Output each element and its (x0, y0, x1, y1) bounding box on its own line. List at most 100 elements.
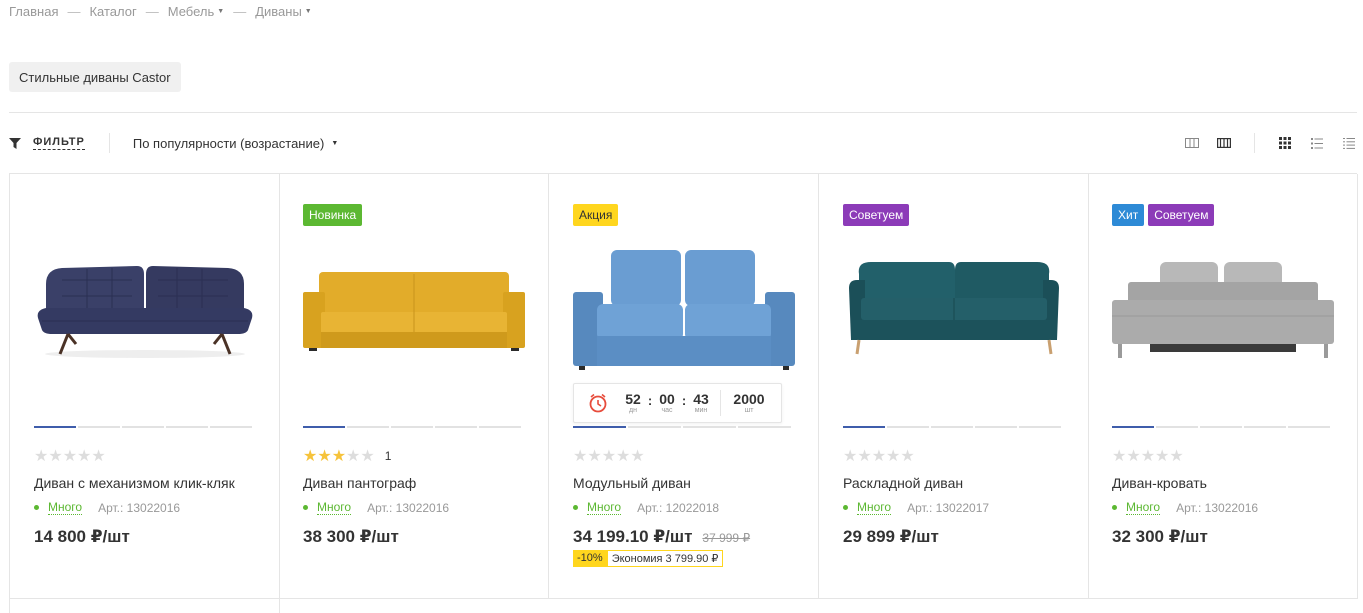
product-card[interactable]: Хит Советуем ★★★★★ Диван-кровать Много А… (1088, 174, 1358, 599)
product-card[interactable]: Акция 52 дн : 00 час : 43 мин 2000 шт ★★… (549, 174, 819, 599)
filter-button[interactable]: ФИЛЬТР (9, 136, 85, 150)
breadcrumb-home[interactable]: Главная (9, 4, 58, 19)
rating-stars: ★★★★★ (573, 448, 645, 465)
image-pager[interactable] (843, 426, 1063, 428)
list-view-icon[interactable] (1309, 135, 1325, 151)
product-title[interactable]: Диван пантограф (303, 475, 416, 491)
sofa-image[interactable] (1110, 244, 1336, 374)
sofa-image[interactable] (841, 244, 1067, 374)
badges: Советуем (843, 204, 913, 226)
price-value: 29 899 ₽/шт (843, 527, 939, 546)
review-count[interactable]: 1 (385, 449, 392, 463)
divider (108, 133, 110, 153)
stock-dot-icon (573, 505, 578, 510)
article-number: Арт.: 13022016 (1176, 500, 1259, 515)
badges: Хит Советуем (1112, 204, 1218, 226)
chevron-down-icon[interactable]: ▼ (305, 8, 312, 15)
breadcrumb-sofas[interactable]: Диваны (255, 4, 302, 19)
breadcrumb-separator: — (67, 4, 81, 19)
divider (720, 390, 721, 416)
rating-stars: ★★★ ★★ 1 (303, 448, 392, 465)
stock-level[interactable]: Много (48, 500, 83, 515)
timer-minutes: 43 мин (693, 391, 709, 415)
stock-info: Много Арт.: 13022016 (303, 500, 449, 515)
timer-days: 52 дн (625, 391, 641, 415)
breadcrumb-catalog[interactable]: Каталог (89, 4, 136, 19)
timer-colon: : (681, 392, 687, 408)
article-number: Арт.: 13022016 (367, 500, 450, 515)
sort-label: По популярности (возрастание) (132, 135, 325, 151)
badge-recommend: Советуем (1148, 204, 1215, 226)
sofa-image[interactable] (32, 244, 258, 374)
stock-level[interactable]: Много (587, 500, 622, 515)
stock-level[interactable]: Много (857, 500, 892, 515)
price-value: 38 300 ₽/шт (303, 527, 399, 546)
view-switcher (1168, 130, 1357, 156)
timer-colon: : (647, 392, 653, 408)
breadcrumb-separator: — (145, 4, 159, 19)
badge-new: Новинка (303, 204, 363, 226)
stock-dot-icon (34, 505, 39, 510)
badge-hit: Хит (1112, 204, 1145, 226)
filter-icon (9, 137, 21, 149)
image-pager[interactable] (303, 426, 523, 428)
divider (9, 112, 1357, 113)
product-title[interactable]: Раскладной диван (843, 475, 963, 491)
grid-wide-icon[interactable] (1184, 135, 1200, 151)
sofa-image[interactable] (571, 244, 797, 374)
badge-recommend: Советуем (843, 204, 910, 226)
table-view-icon[interactable] (1341, 135, 1357, 151)
chevron-down-icon[interactable]: ▼ (217, 8, 224, 15)
product-grid: ★★★★★ Диван с механизмом клик-кляк Много… (9, 173, 1358, 613)
stock-dot-icon (1112, 505, 1117, 510)
product-title[interactable]: Модульный диван (573, 475, 691, 491)
next-row-card (10, 599, 280, 613)
rating-stars: ★★★★★ (843, 448, 915, 465)
image-pager[interactable] (34, 426, 254, 428)
stock-dot-icon (843, 505, 848, 510)
promo-timer: 52 дн : 00 час : 43 мин 2000 шт (573, 383, 782, 423)
image-pager[interactable] (573, 426, 793, 428)
tag-chip-castor[interactable]: Стильные диваны Castor (9, 62, 181, 92)
tiles-view-icon[interactable] (1277, 135, 1293, 151)
savings-amount: Экономия 3 799.90 ₽ (606, 550, 724, 567)
product-price: 14 800 ₽/шт (34, 527, 130, 547)
grid-compact-icon[interactable] (1216, 135, 1232, 151)
stock-level[interactable]: Много (317, 500, 352, 515)
badges: Новинка (303, 204, 366, 226)
article-number: Арт.: 13022016 (98, 500, 181, 515)
clock-icon (589, 393, 607, 413)
timer-hours: 00 час (659, 391, 675, 415)
product-title[interactable]: Диван с механизмом клик-кляк (34, 475, 235, 491)
stock-info: Много Арт.: 13022016 (1112, 500, 1258, 515)
price-value: 14 800 ₽/шт (34, 527, 130, 546)
product-price: 32 300 ₽/шт (1112, 527, 1208, 547)
image-pager[interactable] (1112, 426, 1332, 428)
stock-info: Много Арт.: 13022016 (34, 500, 180, 515)
product-price: 38 300 ₽/шт (303, 527, 399, 547)
chevron-down-icon: ▼ (331, 139, 339, 147)
savings-info: -10% Экономия 3 799.90 ₽ (573, 550, 724, 567)
divider (1254, 133, 1255, 153)
price-value: 34 199.10 ₽/шт (573, 527, 693, 546)
stock-dot-icon (303, 505, 308, 510)
product-price: 34 199.10 ₽/шт 37 999 ₽ (573, 527, 750, 547)
product-price: 29 899 ₽/шт (843, 527, 939, 547)
breadcrumb: Главная — Каталог — Мебель ▼ — Диваны ▼ (9, 4, 312, 19)
sofa-image[interactable] (301, 244, 527, 374)
breadcrumb-furniture[interactable]: Мебель (168, 4, 215, 19)
product-card[interactable]: ★★★★★ Диван с механизмом клик-кляк Много… (10, 174, 280, 599)
product-card[interactable]: Советуем ★★★★★ Раскладной диван Много Ар… (819, 174, 1089, 599)
sort-dropdown[interactable]: По популярности (возрастание) ▼ (133, 136, 338, 151)
breadcrumb-separator: — (233, 4, 247, 19)
product-card[interactable]: Новинка ★★★ ★★ 1 Диван пантограф Много Ар… (279, 174, 549, 599)
old-price: 37 999 ₽ (702, 531, 751, 545)
discount-percent: -10% (573, 550, 607, 567)
badge-sale: Акция (573, 204, 619, 226)
rating-stars: ★★★★★ (34, 448, 106, 465)
rating-stars: ★★★★★ (1112, 448, 1184, 465)
article-number: Арт.: 13022017 (907, 500, 990, 515)
product-title[interactable]: Диван-кровать (1112, 475, 1207, 491)
stock-level[interactable]: Много (1126, 500, 1161, 515)
filter-label: ФИЛЬТР (33, 136, 85, 150)
